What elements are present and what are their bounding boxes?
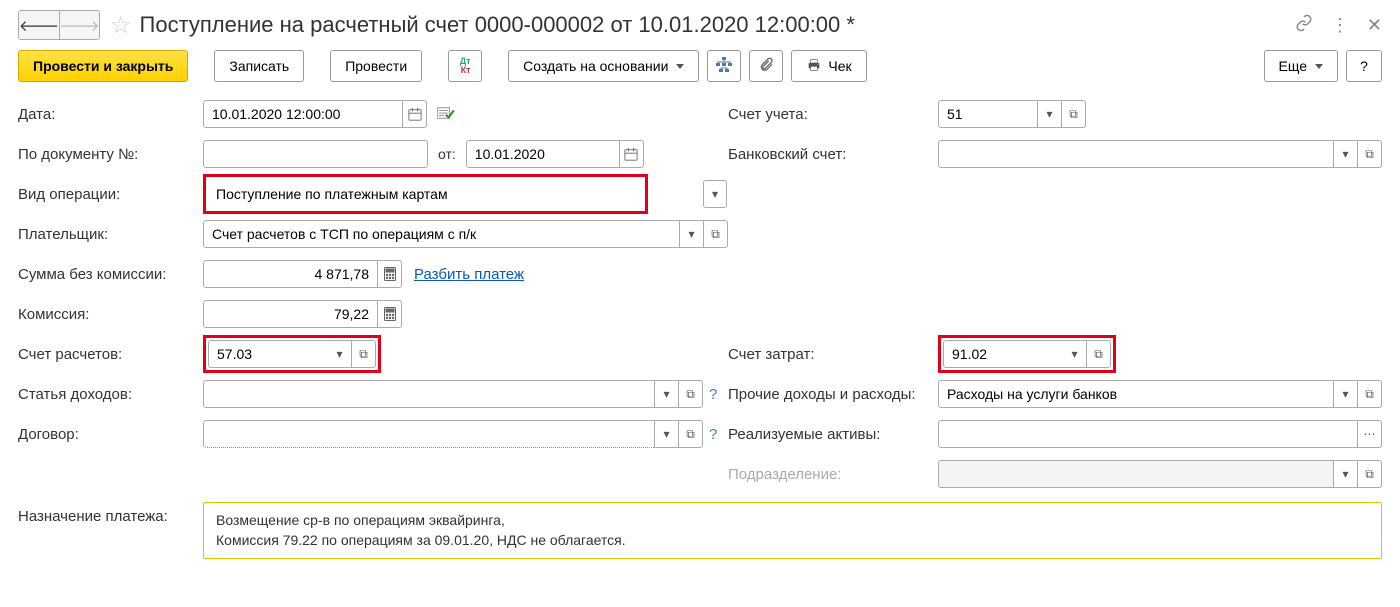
create-based-button[interactable]: Создать на основании [508, 50, 699, 82]
post-button[interactable]: Провести [330, 50, 422, 82]
forward-button[interactable]: 🡒 [59, 11, 99, 39]
calendar-icon[interactable] [403, 100, 427, 128]
open-icon[interactable]: ⧉ [1358, 140, 1382, 168]
post-close-button[interactable]: Провести и закрыть [18, 50, 188, 82]
optype-input[interactable] [208, 179, 643, 209]
settle-input[interactable] [208, 340, 328, 368]
more-vert-icon[interactable]: ⋮ [1331, 15, 1349, 36]
chevron-down-icon[interactable]: ▾ [680, 220, 704, 248]
bank-label: Банковский счет: [728, 146, 938, 163]
commission-label: Комиссия: [18, 306, 203, 323]
account-input[interactable] [938, 100, 1038, 128]
chevron-down-icon[interactable]: ▾ [703, 180, 727, 208]
calendar-icon[interactable] [620, 140, 644, 168]
open-icon[interactable]: ⧉ [1062, 100, 1086, 128]
purpose-label: Назначение платежа: [18, 502, 203, 525]
write-button[interactable]: Записать [214, 50, 304, 82]
other-input[interactable] [938, 380, 1334, 408]
chevron-down-icon[interactable]: ▾ [1334, 140, 1358, 168]
page-title: Поступление на расчетный счет 0000-00000… [140, 12, 1295, 38]
income-input[interactable] [203, 380, 655, 408]
help-icon[interactable]: ? [709, 426, 717, 443]
bank-input[interactable] [938, 140, 1334, 168]
division-input [938, 460, 1334, 488]
close-icon[interactable]: ✕ [1367, 15, 1382, 36]
contract-label: Договор: [18, 426, 203, 443]
dtkt-icon: ДтКт [460, 57, 471, 75]
more-h-icon[interactable]: ⋯ [1358, 420, 1382, 448]
cost-input[interactable] [943, 340, 1063, 368]
sum-nocom-label: Сумма без комиссии: [18, 266, 203, 283]
payer-label: Плательщик: [18, 226, 203, 243]
cost-label: Счет затрат: [728, 346, 938, 363]
income-label: Статья доходов: [18, 386, 203, 403]
calculator-icon[interactable] [378, 260, 402, 288]
chevron-down-icon[interactable]: ▾ [1334, 380, 1358, 408]
chevron-down-icon[interactable]: ▾ [1063, 340, 1087, 368]
date-label: Дата: [18, 106, 203, 123]
tree-icon [716, 57, 732, 76]
date-input[interactable] [203, 100, 403, 128]
purpose-textarea[interactable]: Возмещение ср-в по операциям эквайринга,… [203, 502, 1382, 559]
more-button[interactable]: Еще [1264, 50, 1339, 82]
other-label: Прочие доходы и расходы: [728, 386, 938, 403]
help-icon[interactable]: ? [709, 386, 717, 403]
open-icon[interactable]: ⧉ [679, 380, 703, 408]
clip-icon [758, 57, 774, 76]
optype-label: Вид операции: [18, 186, 203, 203]
favorite-icon[interactable]: ☆ [110, 11, 132, 40]
chevron-down-icon[interactable]: ▾ [1038, 100, 1062, 128]
contract-input[interactable] [203, 420, 655, 448]
receipt-button[interactable]: Чек [791, 50, 866, 82]
docnum-label: По документу №: [18, 146, 203, 163]
docnum-input[interactable] [203, 140, 428, 168]
division-label: Подразделение: [728, 466, 938, 483]
settle-label: Счет расчетов: [18, 346, 203, 363]
open-icon[interactable]: ⧉ [1087, 340, 1111, 368]
account-label: Счет учета: [728, 106, 938, 123]
back-button[interactable]: 🡐 [19, 11, 59, 39]
open-icon[interactable]: ⧉ [679, 420, 703, 448]
docdate-input[interactable] [466, 140, 620, 168]
attach-button[interactable] [749, 50, 783, 82]
split-payment-link[interactable]: Разбить платеж [414, 266, 524, 283]
chevron-down-icon[interactable]: ▾ [655, 380, 679, 408]
chevron-down-icon[interactable]: ▾ [328, 340, 352, 368]
dtkt-button[interactable]: ДтКт [448, 50, 482, 82]
open-icon[interactable]: ⧉ [1358, 380, 1382, 408]
structure-button[interactable] [707, 50, 741, 82]
help-button[interactable]: ? [1346, 50, 1382, 82]
chevron-down-icon[interactable]: ▾ [655, 420, 679, 448]
commission-input[interactable] [203, 300, 378, 328]
calculator-icon[interactable] [378, 300, 402, 328]
assets-label: Реализуемые активы: [728, 426, 938, 443]
posted-flag-icon [437, 106, 455, 123]
docdate-label: от: [438, 146, 456, 162]
open-icon[interactable]: ⧉ [1358, 460, 1382, 488]
chevron-down-icon[interactable]: ▾ [1334, 460, 1358, 488]
printer-icon [806, 57, 822, 76]
assets-input[interactable] [938, 420, 1358, 448]
link-icon[interactable] [1295, 14, 1313, 37]
payer-input[interactable] [203, 220, 680, 248]
sum-nocom-input[interactable] [203, 260, 378, 288]
open-icon[interactable]: ⧉ [704, 220, 728, 248]
open-icon[interactable]: ⧉ [352, 340, 376, 368]
